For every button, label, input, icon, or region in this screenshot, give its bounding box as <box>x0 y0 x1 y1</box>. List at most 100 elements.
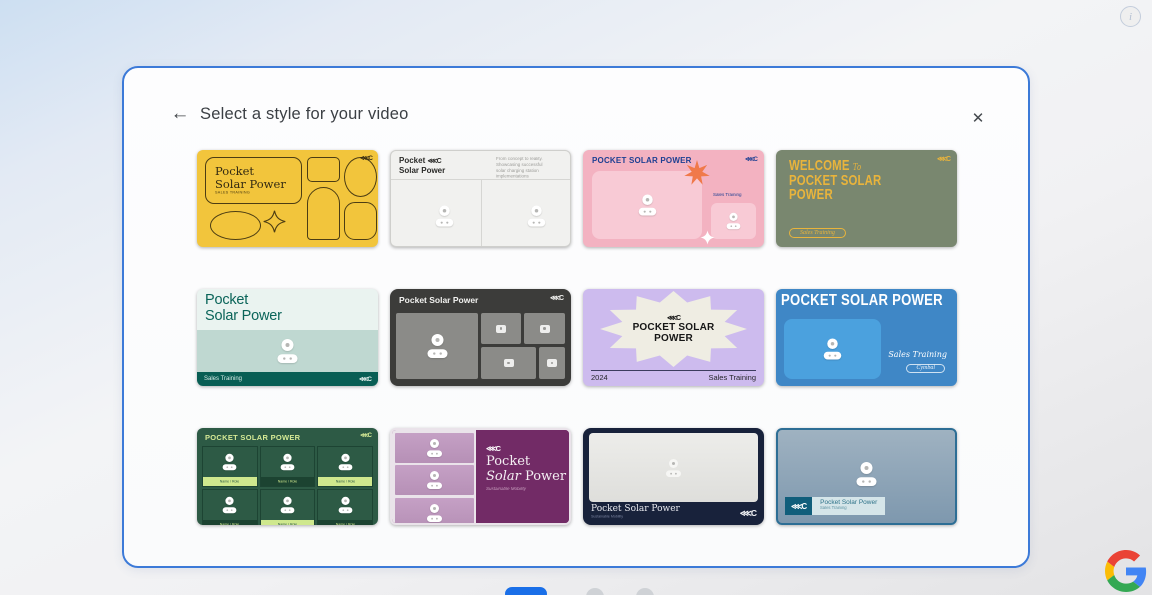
card-footer: Sales Training ⋘C <box>197 372 378 386</box>
image-placeholder-icon <box>666 459 681 477</box>
image-placeholder-icon <box>496 325 506 333</box>
roster-cell: Name / Role <box>317 489 373 525</box>
media-slot <box>481 347 536 379</box>
card-title-line: Pocket <box>205 292 248 308</box>
image-placeholder-icon <box>504 359 514 367</box>
card-headline: WELCOME To POCKET SOLAR POWER <box>789 159 911 203</box>
cymbal-logo: ⋘C <box>427 158 440 165</box>
style-card-green-roster[interactable]: POCKET SOLAR POWER ⋘C Name / Role Name /… <box>197 428 378 525</box>
card-subtitle: Sustainable Mobility <box>486 487 548 492</box>
image-placeholder-icon <box>427 439 442 457</box>
card-title-line: POWER <box>654 333 693 344</box>
card-footer: 2024 Sales Training <box>591 370 756 382</box>
roster-grid: Name / Role Name / Role Name / Role Name… <box>202 446 373 520</box>
media-slot-icon <box>396 313 478 379</box>
media-slot-icon <box>778 448 955 500</box>
decor-rect <box>307 157 340 182</box>
footer-year: 2024 <box>591 373 608 382</box>
style-card-dark-grid[interactable]: Pocket Solar Power ⋘C <box>390 289 571 386</box>
name-role-label: Name / Role <box>278 480 297 484</box>
decor-ellipse <box>344 157 377 197</box>
footer-label: Sales Training <box>708 373 756 382</box>
name-role-label: Name / Role <box>220 480 239 484</box>
back-arrow-icon: ← <box>171 103 190 125</box>
image-placeholder-icon <box>223 454 237 471</box>
style-card-plum[interactable]: ⋘C PocketSolar Power Sustainable Mobilit… <box>390 428 571 525</box>
card-tag-pill: Sales Training <box>789 228 846 238</box>
image-placeholder-icon <box>527 206 545 227</box>
logo-box: ⋘C <box>785 497 812 515</box>
card-label: Sales Training <box>888 350 947 359</box>
card-title: POCKET SOLAR POWER <box>205 433 300 442</box>
image-placeholder-icon <box>278 339 298 363</box>
close-button[interactable]: ✕ <box>968 108 988 128</box>
image-placeholder-icon <box>547 359 557 367</box>
carousel-pagination <box>0 585 1152 595</box>
card-title: POCKET SOLAR POWER <box>781 292 943 310</box>
page-indicator-3[interactable] <box>636 588 654 595</box>
media-slot <box>395 498 474 526</box>
style-card-navy-frame[interactable]: Pocket Solar Power Sustainable Mobility … <box>583 428 764 525</box>
media-slot <box>395 465 474 495</box>
name-role-label: Name / Role <box>220 523 239 525</box>
style-card-olive-welcome[interactable]: ⋘C WELCOME To POCKET SOLAR POWER Sales T… <box>776 150 957 247</box>
media-column <box>392 430 476 523</box>
style-card-yellow-shapes[interactable]: PocketSolar Power SALES TRAINING ⋘C <box>197 150 378 247</box>
cymbal-logo: ⋘C <box>745 155 757 163</box>
name-role-label: Name / Role <box>335 523 354 525</box>
style-card-lavender-splat[interactable]: ⋘C POCKET SOLARPOWER 2024 Sales Training <box>583 289 764 386</box>
card-title: PocketSolar Power <box>205 293 282 324</box>
image-placeholder-icon <box>338 497 352 514</box>
brand-pill: Cymbal <box>906 364 945 373</box>
splat-shape: ⋘C POCKET SOLARPOWER <box>600 291 747 367</box>
media-slot-icon <box>589 433 758 502</box>
headline-line: POWER <box>789 188 881 203</box>
style-grid: PocketSolar Power SALES TRAINING ⋘C Pock… <box>197 150 957 525</box>
roster-cell: Name / Role <box>202 446 258 487</box>
image-placeholder-icon <box>427 471 442 489</box>
info-button[interactable]: i <box>1120 6 1141 27</box>
image-placeholder-icon <box>223 497 237 514</box>
name-role-label: Name / Role <box>335 480 354 484</box>
card-title: Pocket Solar Power <box>591 504 680 514</box>
card-title-line: Pocket <box>399 156 425 165</box>
card-label: Sales Training <box>713 193 742 198</box>
image-placeholder-icon <box>427 504 442 522</box>
sparkle-icon <box>700 230 715 245</box>
media-slot <box>409 191 479 241</box>
cymbal-logo: ⋘C <box>360 154 372 162</box>
media-slot-icon <box>711 203 756 239</box>
style-card-blue[interactable]: POCKET SOLAR POWER Sales Training Cymbal <box>776 289 957 386</box>
back-button[interactable]: ← <box>168 102 192 126</box>
media-slot <box>524 313 565 344</box>
page-indicator-active[interactable] <box>505 587 547 595</box>
page-indicator-2[interactable] <box>586 588 604 595</box>
image-placeholder-icon <box>281 454 295 471</box>
image-placeholder-icon <box>824 339 842 360</box>
style-card-slate[interactable]: ⋘C Pocket Solar Power Sales Training <box>776 428 957 525</box>
roster-cell: Name / Role <box>260 446 316 487</box>
divider <box>481 180 482 246</box>
card-subtitle: SALES TRAINING <box>215 191 268 195</box>
roster-cell: Name / Role <box>202 489 258 525</box>
card-title-line: POCKET SOLAR <box>633 322 715 333</box>
card-tagline: From concept to reality. Showcasing succ… <box>496 157 549 180</box>
starburst-icon <box>684 160 710 186</box>
image-placeholder-icon <box>540 325 550 333</box>
cymbal-logo: ⋘C <box>740 508 756 519</box>
style-card-mint[interactable]: PocketSolar Power Sales Training ⋘C <box>197 289 378 386</box>
lower-third-text: Pocket Solar Power Sales Training <box>812 497 885 515</box>
footer-label: Sales Training <box>204 376 242 382</box>
style-card-light-panels[interactable]: Pocket ⋘C Solar Power From concept to re… <box>390 150 571 247</box>
style-card-pink[interactable]: POCKET SOLAR POWER ⋘C Sales Training <box>583 150 764 247</box>
media-slot <box>481 313 521 344</box>
card-title-line: Solar Power <box>205 308 282 324</box>
decor-arch <box>307 187 340 240</box>
image-placeholder-icon <box>727 213 741 230</box>
dialog-title: Select a style for your video <box>200 105 408 124</box>
image-placeholder-icon <box>427 334 447 358</box>
four-point-star-icon <box>263 210 286 233</box>
media-slot <box>539 347 565 379</box>
image-placeholder-icon <box>638 195 656 216</box>
card-title-line: Pocket <box>486 454 530 469</box>
